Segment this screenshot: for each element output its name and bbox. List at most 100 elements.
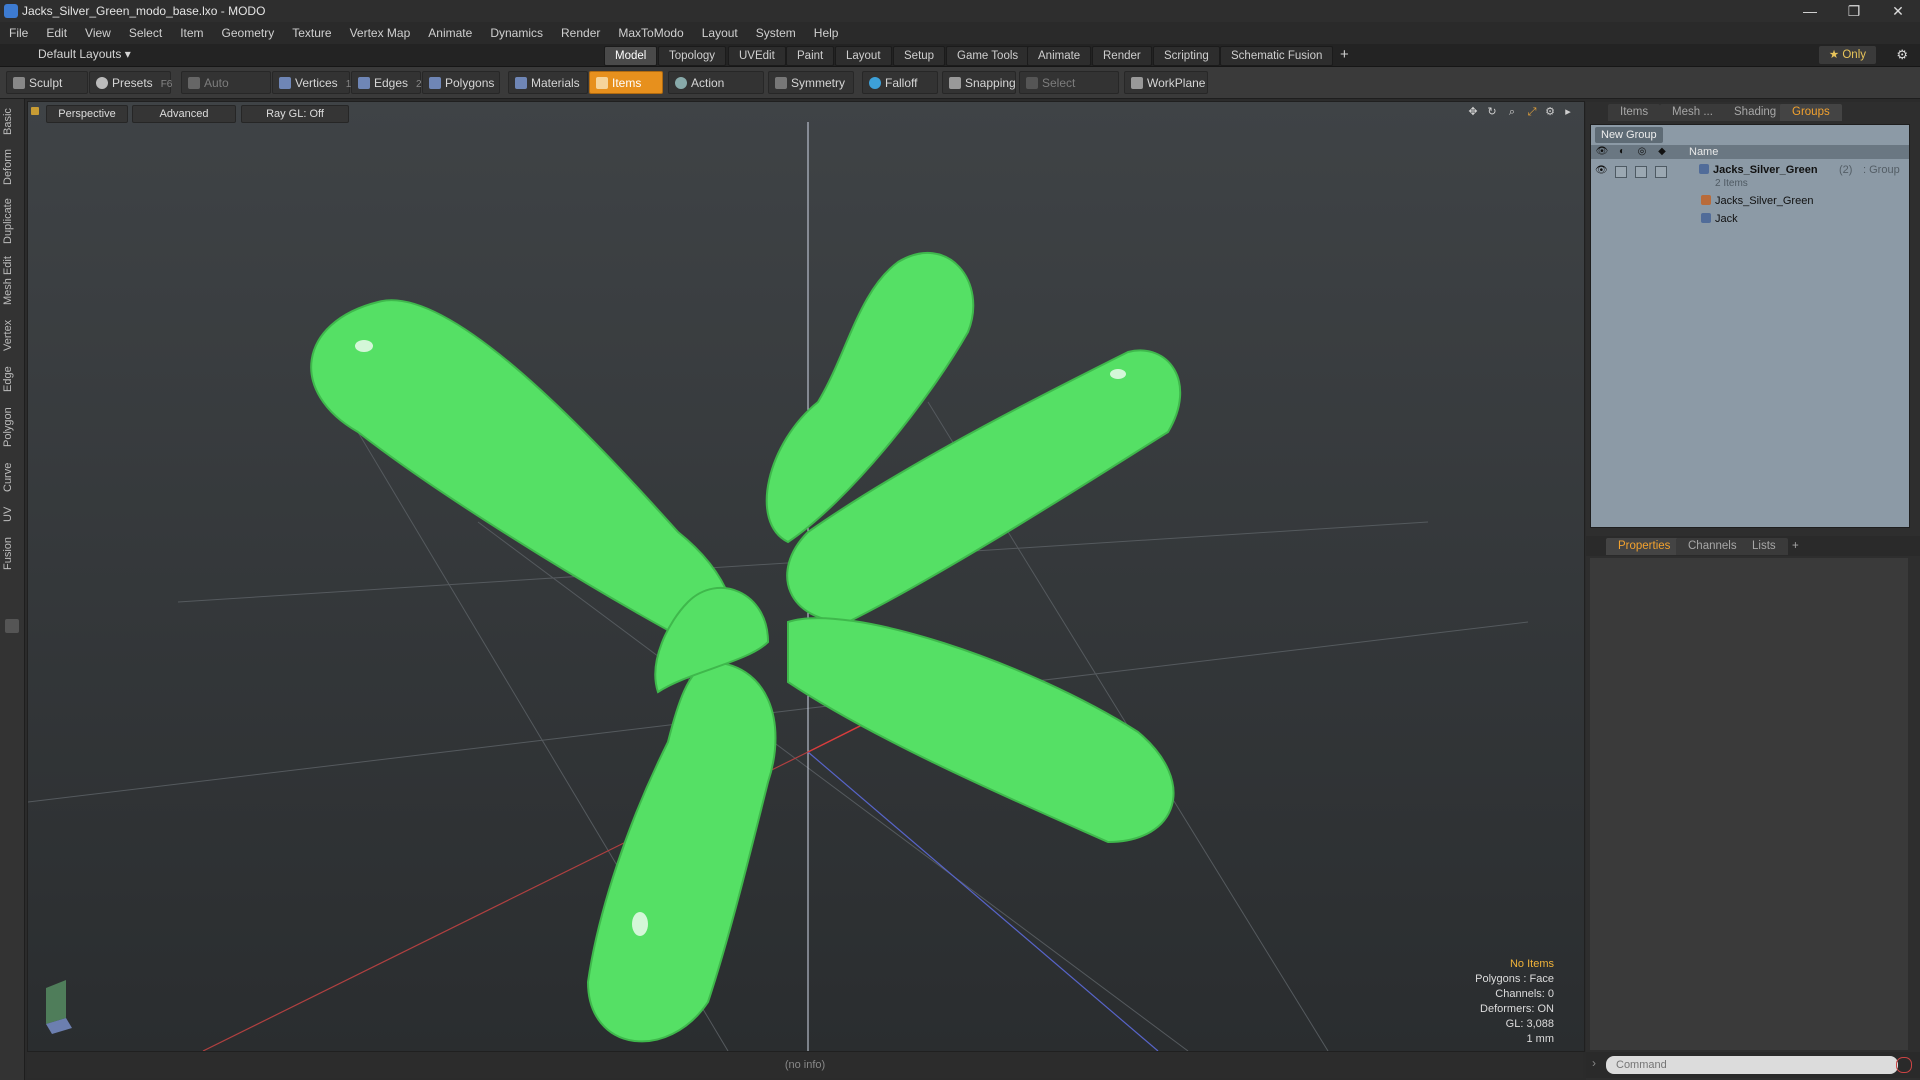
tab-polygon[interactable]: Polygon [2, 401, 22, 453]
menu-select[interactable]: Select [120, 22, 171, 44]
gear-icon[interactable]: ⚙ [1896, 47, 1908, 63]
move-view-icon[interactable]: ✥ [1467, 106, 1479, 118]
tab-mesh[interactable]: Mesh ... [1660, 104, 1725, 121]
viewport-menu-icon[interactable] [31, 107, 39, 115]
jack-mesh [310, 251, 1182, 1043]
group-icon [1699, 164, 1709, 174]
menu-animate[interactable]: Animate [419, 22, 481, 44]
close-button[interactable]: ✕ [1876, 1, 1920, 21]
tab-mesh-edit[interactable]: Mesh Edit [2, 253, 22, 309]
polygons-button[interactable]: Polygons [422, 71, 500, 94]
items-button[interactable]: Items [589, 71, 663, 94]
menu-render[interactable]: Render [552, 22, 609, 44]
visibility-column-icon[interactable]: 👁 [1593, 145, 1611, 159]
panel-toggle-button[interactable] [5, 619, 19, 633]
tab-groups[interactable]: Groups [1780, 104, 1842, 121]
tab-duplicate[interactable]: Duplicate [2, 193, 22, 249]
tab-uv[interactable]: UV [2, 501, 22, 527]
mesh-icon [1701, 213, 1711, 223]
menu-geometry[interactable]: Geometry [213, 22, 284, 44]
menu-texture[interactable]: Texture [283, 22, 340, 44]
menu-file[interactable]: File [0, 22, 37, 44]
workplane-icon [1131, 77, 1143, 89]
zoom-view-icon[interactable]: ⌕ [1506, 106, 1518, 118]
snapping-button[interactable]: Snapping [942, 71, 1016, 94]
tab-deform[interactable]: Deform [2, 145, 22, 189]
tab-model[interactable]: Model [604, 46, 658, 66]
groups-column-header: 👁 ◐ ◎ ◆ Name [1591, 145, 1909, 159]
tab-fusion[interactable]: Fusion [2, 531, 22, 575]
viewport-expand-icon[interactable]: ▸ [1562, 106, 1574, 118]
edges-button[interactable]: Edges 2 [351, 71, 422, 94]
sculpt-button[interactable]: Sculpt [6, 71, 88, 94]
group-child-row[interactable]: Jacks_Silver_Green [1591, 193, 1909, 210]
tab-shading[interactable]: Shading [1722, 104, 1789, 121]
shield-icon [188, 77, 200, 89]
tab-layout[interactable]: Layout [835, 46, 892, 66]
render-column-icon[interactable]: ◐ [1613, 145, 1631, 159]
menu-layout[interactable]: Layout [693, 22, 747, 44]
maximize-button[interactable]: ❐ [1832, 1, 1876, 21]
select-through-icon [1026, 77, 1038, 89]
perspective-dropdown[interactable]: Perspective [46, 105, 128, 123]
symmetry-button[interactable]: Symmetry [768, 71, 854, 94]
tab-scripting[interactable]: Scripting [1153, 46, 1220, 66]
workplane-button[interactable]: WorkPlane [1124, 71, 1208, 94]
only-button[interactable]: ★ Only [1818, 46, 1876, 64]
tab-vertex[interactable]: Vertex [2, 313, 22, 357]
auto-select-button[interactable]: Auto Select [181, 71, 271, 113]
child-item-label: Jack [1701, 211, 1738, 228]
command-input[interactable] [1606, 1056, 1898, 1074]
tab-animate[interactable]: Animate [1027, 46, 1092, 66]
tab-properties[interactable]: Properties [1606, 538, 1683, 555]
tab-basic[interactable]: Basic [2, 103, 22, 141]
tab-schematic-fusion[interactable]: Schematic Fusion [1220, 46, 1334, 66]
hud-unit: 1 mm [1526, 1033, 1555, 1045]
menu-help[interactable]: Help [805, 22, 848, 44]
maximize-view-icon[interactable]: ⤢ [1526, 106, 1538, 118]
shading-dropdown[interactable]: Advanced [132, 105, 236, 123]
tab-render[interactable]: Render [1092, 46, 1152, 66]
status-bar: (no info) [27, 1052, 1583, 1078]
tab-edge[interactable]: Edge [2, 361, 22, 397]
menu-view[interactable]: View [76, 22, 120, 44]
menu-system[interactable]: System [747, 22, 805, 44]
record-icon[interactable] [1896, 1057, 1912, 1073]
tab-curve[interactable]: Curve [2, 457, 22, 497]
tab-items[interactable]: Items [1608, 104, 1661, 121]
presets-button[interactable]: Presets F6 [89, 71, 172, 94]
falloff-button[interactable]: Falloff [862, 71, 938, 94]
items-icon [596, 77, 608, 89]
menu-edit[interactable]: Edit [37, 22, 76, 44]
vertices-button[interactable]: Vertices 1 [272, 71, 351, 94]
tab-channels[interactable]: Channels [1676, 538, 1749, 555]
tab-uvedit[interactable]: UVEdit [728, 46, 786, 66]
select-column-icon[interactable]: ◆ [1653, 145, 1671, 159]
tab-topology[interactable]: Topology [658, 46, 727, 66]
lock-column-icon[interactable]: ◎ [1633, 145, 1651, 159]
add-tab-button[interactable]: + [1330, 46, 1359, 64]
add-tab-button[interactable]: + [1780, 538, 1811, 555]
minimize-button[interactable]: — [1788, 1, 1832, 21]
menu-vertex-map[interactable]: Vertex Map [341, 22, 420, 44]
tab-game-tools[interactable]: Game Tools [946, 46, 1030, 66]
group-child-row[interactable]: Jack [1591, 211, 1909, 228]
action-center-icon [675, 77, 687, 89]
menu-item[interactable]: Item [171, 22, 212, 44]
3d-viewport[interactable]: Perspective Advanced Ray GL: Off ✥ ↻ ⌕ ⤢… [27, 101, 1585, 1052]
groups-list: New Group 👁 ◐ ◎ ◆ Name 👁 Jacks_Silver_Gr… [1590, 124, 1910, 528]
layouts-dropdown[interactable]: Default Layouts ▾ [38, 47, 131, 61]
tab-setup[interactable]: Setup [893, 46, 946, 66]
raygl-toggle[interactable]: Ray GL: Off [241, 105, 349, 123]
action-center-button[interactable]: Action Center [668, 71, 764, 113]
new-group-button[interactable]: New Group [1595, 127, 1663, 143]
tab-paint[interactable]: Paint [786, 46, 835, 66]
viewport-settings-icon[interactable]: ⚙ [1544, 106, 1556, 118]
hud-channels: Channels: 0 [1495, 988, 1554, 1000]
materials-button[interactable]: Materials [508, 71, 588, 94]
menu-maxtomodo[interactable]: MaxToModo [609, 22, 692, 44]
select-through-button[interactable]: Select Through [1019, 71, 1119, 113]
layout-tab-bar: Default Layouts ▾ Model Topology UVEdit … [0, 44, 1920, 67]
rotate-view-icon[interactable]: ↻ [1486, 106, 1498, 118]
menu-dynamics[interactable]: Dynamics [481, 22, 552, 44]
